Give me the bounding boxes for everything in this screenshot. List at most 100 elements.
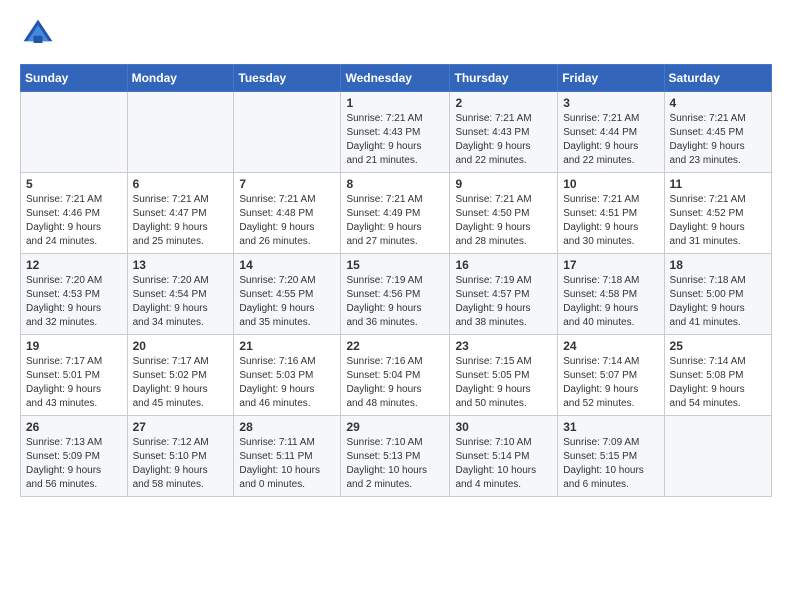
day-number: 15 bbox=[346, 258, 444, 272]
day-cell: 11 Sunrise: 7:21 AM Sunset: 4:52 PM Dayli… bbox=[664, 173, 771, 254]
day-info: Sunrise: 7:21 AM Sunset: 4:46 PM Dayligh… bbox=[26, 193, 122, 249]
day-info: Sunrise: 7:14 AM Sunset: 5:07 PM Dayligh… bbox=[563, 355, 658, 411]
day-info: Sunrise: 7:12 AM Sunset: 5:10 PM Dayligh… bbox=[133, 436, 229, 492]
weekday-header-sunday: Sunday bbox=[21, 65, 128, 92]
day-info: Sunrise: 7:14 AM Sunset: 5:08 PM Dayligh… bbox=[670, 355, 766, 411]
day-number: 7 bbox=[239, 177, 335, 191]
day-cell: 12 Sunrise: 7:20 AM Sunset: 4:53 PM Dayli… bbox=[21, 254, 128, 335]
day-info: Sunrise: 7:16 AM Sunset: 5:03 PM Dayligh… bbox=[239, 355, 335, 411]
day-cell bbox=[21, 92, 128, 173]
day-cell: 9 Sunrise: 7:21 AM Sunset: 4:50 PM Daylig… bbox=[450, 173, 558, 254]
day-cell: 18 Sunrise: 7:18 AM Sunset: 5:00 PM Dayli… bbox=[664, 254, 771, 335]
day-info: Sunrise: 7:15 AM Sunset: 5:05 PM Dayligh… bbox=[455, 355, 552, 411]
day-cell: 7 Sunrise: 7:21 AM Sunset: 4:48 PM Daylig… bbox=[234, 173, 341, 254]
day-cell: 30 Sunrise: 7:10 AM Sunset: 5:14 PM Dayli… bbox=[450, 416, 558, 497]
day-number: 16 bbox=[455, 258, 552, 272]
day-info: Sunrise: 7:18 AM Sunset: 4:58 PM Dayligh… bbox=[563, 274, 658, 330]
day-number: 5 bbox=[26, 177, 122, 191]
day-cell bbox=[234, 92, 341, 173]
day-cell: 23 Sunrise: 7:15 AM Sunset: 5:05 PM Dayli… bbox=[450, 335, 558, 416]
day-info: Sunrise: 7:21 AM Sunset: 4:43 PM Dayligh… bbox=[346, 112, 444, 168]
day-cell: 28 Sunrise: 7:11 AM Sunset: 5:11 PM Dayli… bbox=[234, 416, 341, 497]
day-cell: 27 Sunrise: 7:12 AM Sunset: 5:10 PM Dayli… bbox=[127, 416, 234, 497]
day-number: 30 bbox=[455, 420, 552, 434]
day-info: Sunrise: 7:21 AM Sunset: 4:43 PM Dayligh… bbox=[455, 112, 552, 168]
day-info: Sunrise: 7:21 AM Sunset: 4:50 PM Dayligh… bbox=[455, 193, 552, 249]
header bbox=[20, 16, 772, 52]
day-cell: 13 Sunrise: 7:20 AM Sunset: 4:54 PM Dayli… bbox=[127, 254, 234, 335]
day-number: 14 bbox=[239, 258, 335, 272]
day-cell: 26 Sunrise: 7:13 AM Sunset: 5:09 PM Dayli… bbox=[21, 416, 128, 497]
day-cell: 25 Sunrise: 7:14 AM Sunset: 5:08 PM Dayli… bbox=[664, 335, 771, 416]
day-info: Sunrise: 7:18 AM Sunset: 5:00 PM Dayligh… bbox=[670, 274, 766, 330]
day-number: 27 bbox=[133, 420, 229, 434]
day-cell: 17 Sunrise: 7:18 AM Sunset: 4:58 PM Dayli… bbox=[558, 254, 664, 335]
day-cell bbox=[664, 416, 771, 497]
day-number: 19 bbox=[26, 339, 122, 353]
day-cell bbox=[127, 92, 234, 173]
day-number: 26 bbox=[26, 420, 122, 434]
day-cell: 1 Sunrise: 7:21 AM Sunset: 4:43 PM Daylig… bbox=[341, 92, 450, 173]
day-info: Sunrise: 7:20 AM Sunset: 4:54 PM Dayligh… bbox=[133, 274, 229, 330]
day-cell: 14 Sunrise: 7:20 AM Sunset: 4:55 PM Dayli… bbox=[234, 254, 341, 335]
weekday-header-saturday: Saturday bbox=[664, 65, 771, 92]
day-info: Sunrise: 7:21 AM Sunset: 4:52 PM Dayligh… bbox=[670, 193, 766, 249]
day-number: 20 bbox=[133, 339, 229, 353]
day-number: 1 bbox=[346, 96, 444, 110]
day-cell: 5 Sunrise: 7:21 AM Sunset: 4:46 PM Daylig… bbox=[21, 173, 128, 254]
day-number: 4 bbox=[670, 96, 766, 110]
calendar-page: SundayMondayTuesdayWednesdayThursdayFrid… bbox=[0, 0, 792, 513]
day-info: Sunrise: 7:11 AM Sunset: 5:11 PM Dayligh… bbox=[239, 436, 335, 492]
day-info: Sunrise: 7:17 AM Sunset: 5:01 PM Dayligh… bbox=[26, 355, 122, 411]
logo-icon bbox=[20, 16, 56, 52]
day-number: 12 bbox=[26, 258, 122, 272]
day-number: 18 bbox=[670, 258, 766, 272]
day-number: 28 bbox=[239, 420, 335, 434]
day-number: 23 bbox=[455, 339, 552, 353]
day-number: 8 bbox=[346, 177, 444, 191]
day-info: Sunrise: 7:21 AM Sunset: 4:48 PM Dayligh… bbox=[239, 193, 335, 249]
day-number: 24 bbox=[563, 339, 658, 353]
day-number: 17 bbox=[563, 258, 658, 272]
day-info: Sunrise: 7:13 AM Sunset: 5:09 PM Dayligh… bbox=[26, 436, 122, 492]
day-number: 10 bbox=[563, 177, 658, 191]
weekday-header-tuesday: Tuesday bbox=[234, 65, 341, 92]
day-number: 11 bbox=[670, 177, 766, 191]
day-cell: 22 Sunrise: 7:16 AM Sunset: 5:04 PM Dayli… bbox=[341, 335, 450, 416]
day-number: 2 bbox=[455, 96, 552, 110]
day-cell: 3Sunrise: 7:21 AM Sunset: 4:44 PM Daylig… bbox=[558, 92, 664, 173]
weekday-header-thursday: Thursday bbox=[450, 65, 558, 92]
day-cell: 15 Sunrise: 7:19 AM Sunset: 4:56 PM Dayli… bbox=[341, 254, 450, 335]
day-info: Sunrise: 7:10 AM Sunset: 5:13 PM Dayligh… bbox=[346, 436, 444, 492]
day-cell: 6Sunrise: 7:21 AM Sunset: 4:47 PM Daylig… bbox=[127, 173, 234, 254]
week-row-5: 26 Sunrise: 7:13 AM Sunset: 5:09 PM Dayli… bbox=[21, 416, 772, 497]
weekday-header-wednesday: Wednesday bbox=[341, 65, 450, 92]
day-info: Sunrise: 7:16 AM Sunset: 5:04 PM Dayligh… bbox=[346, 355, 444, 411]
day-info: Sunrise: 7:10 AM Sunset: 5:14 PM Dayligh… bbox=[455, 436, 552, 492]
day-number: 13 bbox=[133, 258, 229, 272]
day-cell: 31Sunrise: 7:09 AM Sunset: 5:15 PM Dayli… bbox=[558, 416, 664, 497]
calendar-table: SundayMondayTuesdayWednesdayThursdayFrid… bbox=[20, 64, 772, 497]
day-cell: 4 Sunrise: 7:21 AM Sunset: 4:45 PM Daylig… bbox=[664, 92, 771, 173]
day-number: 25 bbox=[670, 339, 766, 353]
day-info: Sunrise: 7:20 AM Sunset: 4:53 PM Dayligh… bbox=[26, 274, 122, 330]
week-row-3: 12 Sunrise: 7:20 AM Sunset: 4:53 PM Dayli… bbox=[21, 254, 772, 335]
day-number: 3 bbox=[563, 96, 658, 110]
day-number: 9 bbox=[455, 177, 552, 191]
day-info: Sunrise: 7:21 AM Sunset: 4:51 PM Dayligh… bbox=[563, 193, 658, 249]
day-cell: 19 Sunrise: 7:17 AM Sunset: 5:01 PM Dayli… bbox=[21, 335, 128, 416]
day-number: 29 bbox=[346, 420, 444, 434]
day-number: 22 bbox=[346, 339, 444, 353]
day-cell: 29 Sunrise: 7:10 AM Sunset: 5:13 PM Dayli… bbox=[341, 416, 450, 497]
day-cell: 21Sunrise: 7:16 AM Sunset: 5:03 PM Dayli… bbox=[234, 335, 341, 416]
week-row-1: 1 Sunrise: 7:21 AM Sunset: 4:43 PM Daylig… bbox=[21, 92, 772, 173]
weekday-header-monday: Monday bbox=[127, 65, 234, 92]
day-info: Sunrise: 7:20 AM Sunset: 4:55 PM Dayligh… bbox=[239, 274, 335, 330]
day-info: Sunrise: 7:09 AM Sunset: 5:15 PM Dayligh… bbox=[563, 436, 658, 492]
day-info: Sunrise: 7:19 AM Sunset: 4:57 PM Dayligh… bbox=[455, 274, 552, 330]
day-info: Sunrise: 7:21 AM Sunset: 4:47 PM Dayligh… bbox=[133, 193, 229, 249]
weekday-header-friday: Friday bbox=[558, 65, 664, 92]
day-info: Sunrise: 7:19 AM Sunset: 4:56 PM Dayligh… bbox=[346, 274, 444, 330]
day-info: Sunrise: 7:21 AM Sunset: 4:45 PM Dayligh… bbox=[670, 112, 766, 168]
day-info: Sunrise: 7:21 AM Sunset: 4:49 PM Dayligh… bbox=[346, 193, 444, 249]
